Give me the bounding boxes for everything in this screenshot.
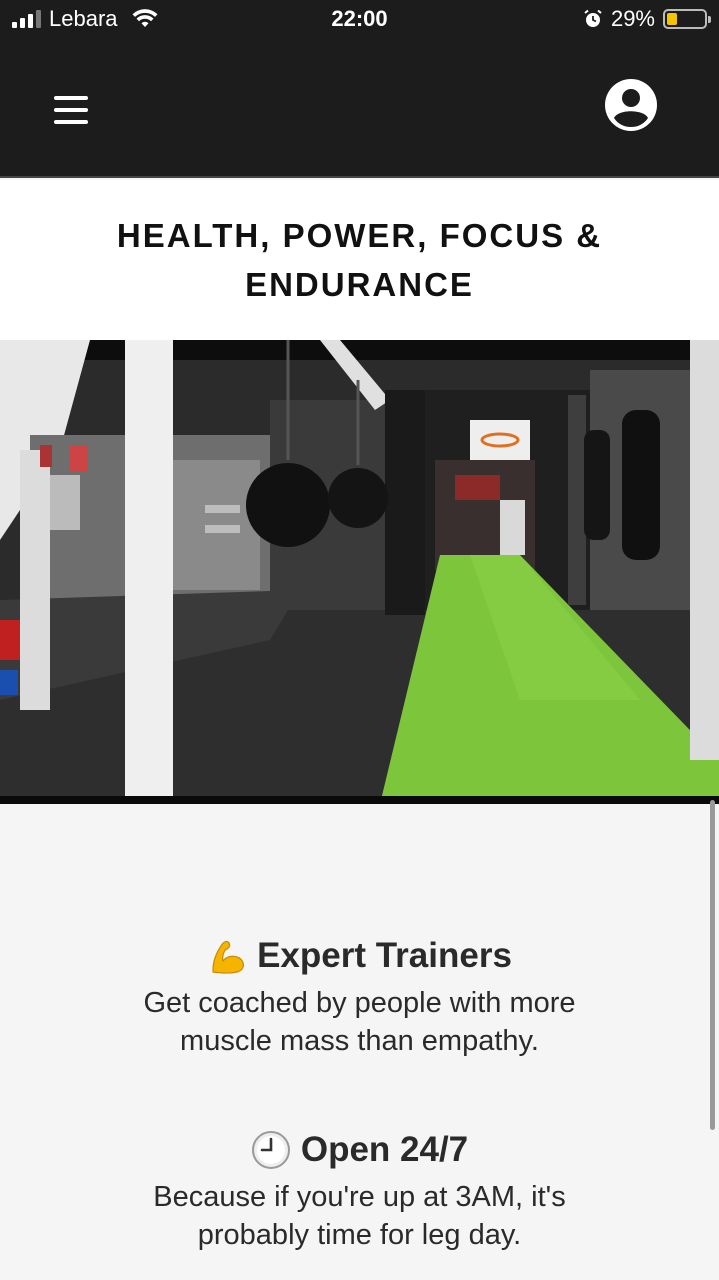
gym-interior-photo [0, 340, 719, 804]
feature-title-text: Expert Trainers [257, 936, 512, 975]
feature-desc-line-2: probably time for leg day. [197, 1219, 522, 1251]
hero-section: HEALTH, POWER, FOCUS & ENDURANCE [0, 180, 719, 340]
hamburger-menu-icon[interactable] [54, 96, 88, 124]
battery-icon [663, 9, 711, 29]
title-line-2: ENDURANCE [245, 266, 474, 303]
feature-expert-trainers: Expert Trainers Get coached by people wi… [0, 936, 719, 1060]
feature-desc-line-1: Get coached by people with more [143, 987, 576, 1019]
feature-title: Expert Trainers [0, 936, 719, 976]
features-section: Expert Trainers Get coached by people wi… [0, 804, 719, 1280]
feature-open-24-7: Open 24/7 Because if you're up at 3AM, i… [0, 1130, 719, 1254]
flexed-biceps-icon [212, 940, 245, 974]
feature-description: Get coached by people with more muscle m… [0, 984, 719, 1060]
page-title: HEALTH, POWER, FOCUS & ENDURANCE [80, 211, 640, 309]
account-circle-icon[interactable] [604, 78, 658, 132]
alarm-icon [584, 9, 602, 27]
feature-description: Because if you're up at 3AM, it's probab… [0, 1178, 719, 1254]
status-right: 29% [583, 6, 711, 32]
feature-title-text: Open 24/7 [300, 1130, 469, 1169]
page-scrollbar[interactable] [710, 800, 715, 1130]
title-line-1: HEALTH, POWER, FOCUS & [116, 217, 603, 254]
feature-title: Open 24/7 [0, 1130, 719, 1170]
clock-icon [251, 1131, 290, 1169]
battery-percent: 29% [610, 6, 655, 31]
app-header [0, 40, 719, 178]
feature-desc-line-1: Because if you're up at 3AM, it's [153, 1181, 566, 1213]
feature-desc-line-2: muscle mass than empathy. [180, 1025, 539, 1057]
status-bar: Lebara 22:00 29% [0, 0, 719, 40]
battery-fill [667, 13, 678, 25]
